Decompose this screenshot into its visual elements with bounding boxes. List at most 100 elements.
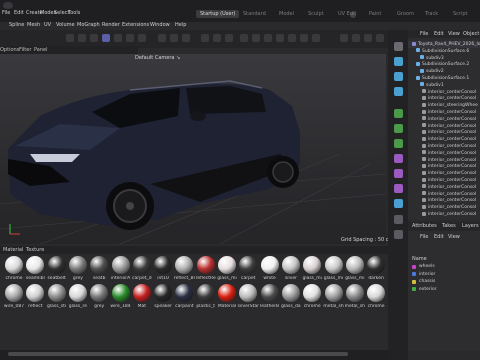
move-tool-icon[interactable] xyxy=(66,34,74,42)
floor-icon[interactable] xyxy=(312,34,320,42)
cube-icon[interactable] xyxy=(394,72,403,81)
tab-paint[interactable]: Paint xyxy=(369,10,381,18)
menu-window[interactable]: Window xyxy=(150,22,170,28)
tab-attributes[interactable]: Attributes xyxy=(412,223,437,229)
light-icon[interactable] xyxy=(300,34,308,42)
move-icon[interactable] xyxy=(394,42,403,51)
tab-model[interactable]: Model xyxy=(279,10,294,18)
cloner-icon[interactable] xyxy=(276,34,284,42)
tab-standard[interactable]: Standard xyxy=(243,10,266,18)
material-swatch[interactable]: carpaint xyxy=(174,284,194,316)
material-swatch[interactable]: wire_087 xyxy=(4,284,24,316)
layer-color-swatch[interactable] xyxy=(412,279,416,284)
layer-color-swatch[interactable] xyxy=(412,287,416,291)
material-swatch[interactable]: wire_184 xyxy=(110,284,131,316)
array-icon[interactable] xyxy=(394,139,403,148)
points-mode-icon[interactable] xyxy=(114,34,122,42)
lock-axis-icon[interactable] xyxy=(170,34,178,42)
menu-volume[interactable]: Volume xyxy=(56,22,75,28)
material-swatch[interactable]: speaker xyxy=(153,284,173,316)
layer-row[interactable]: interior xyxy=(412,271,476,278)
render-settings-icon[interactable] xyxy=(213,34,221,42)
camera-icon[interactable] xyxy=(340,34,348,42)
menu-render[interactable]: Render xyxy=(102,22,120,28)
menu-mograph[interactable]: MoGraph xyxy=(77,22,100,28)
om-menu-object[interactable]: Object xyxy=(463,31,479,37)
material-scroll-thumb[interactable] xyxy=(8,352,348,356)
bend-icon[interactable] xyxy=(394,154,403,163)
material-swatch[interactable]: chrome xyxy=(366,284,386,316)
material-swatch[interactable]: glass_re xyxy=(68,284,88,316)
tab-takes[interactable]: Takes xyxy=(442,223,456,229)
layer-color-swatch[interactable] xyxy=(412,264,416,269)
menu-file[interactable]: File xyxy=(2,10,10,16)
view-layout-icon[interactable] xyxy=(352,34,360,42)
material-swatch[interactable]: chrome xyxy=(302,284,322,316)
menu-extensions[interactable]: Extensions xyxy=(122,22,149,28)
snap-icon[interactable] xyxy=(158,34,166,42)
tab-groom[interactable]: Groom xyxy=(397,10,414,18)
edges-mode-icon[interactable] xyxy=(126,34,134,42)
menu-tools[interactable]: Tools xyxy=(68,10,80,16)
menu-uv[interactable]: UV xyxy=(44,22,51,28)
om-menu-file[interactable]: File xyxy=(420,31,428,37)
layers-menu-view[interactable]: View xyxy=(448,234,460,240)
mm-menu-texture[interactable]: Texture xyxy=(26,247,44,253)
tab-sculpt[interactable]: Sculpt xyxy=(308,10,324,18)
mm-menu-material[interactable]: Material xyxy=(3,247,23,253)
menu-filter[interactable]: Filter xyxy=(19,46,31,54)
tab-uv-edit[interactable]: UV Edit xyxy=(338,10,356,18)
menu-help[interactable]: Help xyxy=(175,22,186,28)
tab-track[interactable]: Track xyxy=(425,10,438,18)
material-swatch[interactable]: metal_sh xyxy=(323,284,344,316)
spline-icon[interactable] xyxy=(394,169,403,178)
material-swatch[interactable]: silverStar xyxy=(238,284,259,316)
field-icon[interactable] xyxy=(394,184,403,193)
render-queue-icon[interactable] xyxy=(225,34,233,42)
cube-icon[interactable] xyxy=(240,34,248,42)
coordinates-icon[interactable] xyxy=(182,34,190,42)
scale-tool-icon[interactable] xyxy=(78,34,86,42)
menu-spline[interactable]: Spline xyxy=(9,22,24,28)
menu-mesh[interactable]: Mesh xyxy=(27,22,40,28)
material-swatch[interactable]: plastic_t xyxy=(196,284,216,316)
layers-menu-edit[interactable]: Edit xyxy=(434,234,444,240)
layer-row[interactable]: wheels xyxy=(412,263,476,270)
render-view-icon[interactable] xyxy=(201,34,209,42)
layers-menu-file[interactable]: File xyxy=(420,234,428,240)
nurbs-icon[interactable] xyxy=(394,109,403,118)
menu-panel[interactable]: Panel xyxy=(34,46,48,54)
material-swatch[interactable]: Mat xyxy=(132,284,152,316)
pen-icon[interactable] xyxy=(252,34,260,42)
material-swatch[interactable]: glass_da xyxy=(281,284,301,316)
view-settings-icon[interactable] xyxy=(364,34,372,42)
deformer-icon[interactable] xyxy=(288,34,296,42)
material-swatch[interactable]: leatherB xyxy=(260,284,280,316)
polygons-mode-icon[interactable] xyxy=(138,34,146,42)
tab-startup[interactable]: Startup (User) xyxy=(196,10,240,18)
material-swatch[interactable]: grey xyxy=(89,284,109,316)
material-swatch[interactable]: glass_sti xyxy=(47,284,67,316)
material-swatch[interactable]: metal_sh xyxy=(345,284,365,316)
tab-layers[interactable]: Layers xyxy=(462,223,479,229)
layer-color-swatch[interactable] xyxy=(412,272,416,276)
volume-icon[interactable] xyxy=(394,199,403,208)
layer-row[interactable]: exterior xyxy=(412,286,476,293)
grid-icon[interactable] xyxy=(394,230,403,239)
subdivision-icon[interactable] xyxy=(264,34,272,42)
globe-icon[interactable] xyxy=(394,215,403,224)
tab-script[interactable]: Script xyxy=(453,10,468,18)
sphere-icon[interactable] xyxy=(394,87,403,96)
object-row[interactable]: interior_centerConsol xyxy=(408,211,480,218)
camera-label[interactable]: Default Camera ↘ xyxy=(135,55,180,61)
material-swatch[interactable]: reflect xyxy=(25,284,45,316)
menu-options[interactable]: Options xyxy=(0,46,19,54)
scale-icon[interactable] xyxy=(394,57,403,66)
material-swatch[interactable]: Material xyxy=(217,284,237,316)
3d-viewport[interactable] xyxy=(0,54,386,244)
om-menu-edit[interactable]: Edit xyxy=(434,31,444,37)
rotate-tool-icon[interactable] xyxy=(90,34,98,42)
display-filter-icon[interactable] xyxy=(376,34,384,42)
symmetry-icon[interactable] xyxy=(394,124,403,133)
menu-edit[interactable]: Edit xyxy=(14,10,24,16)
